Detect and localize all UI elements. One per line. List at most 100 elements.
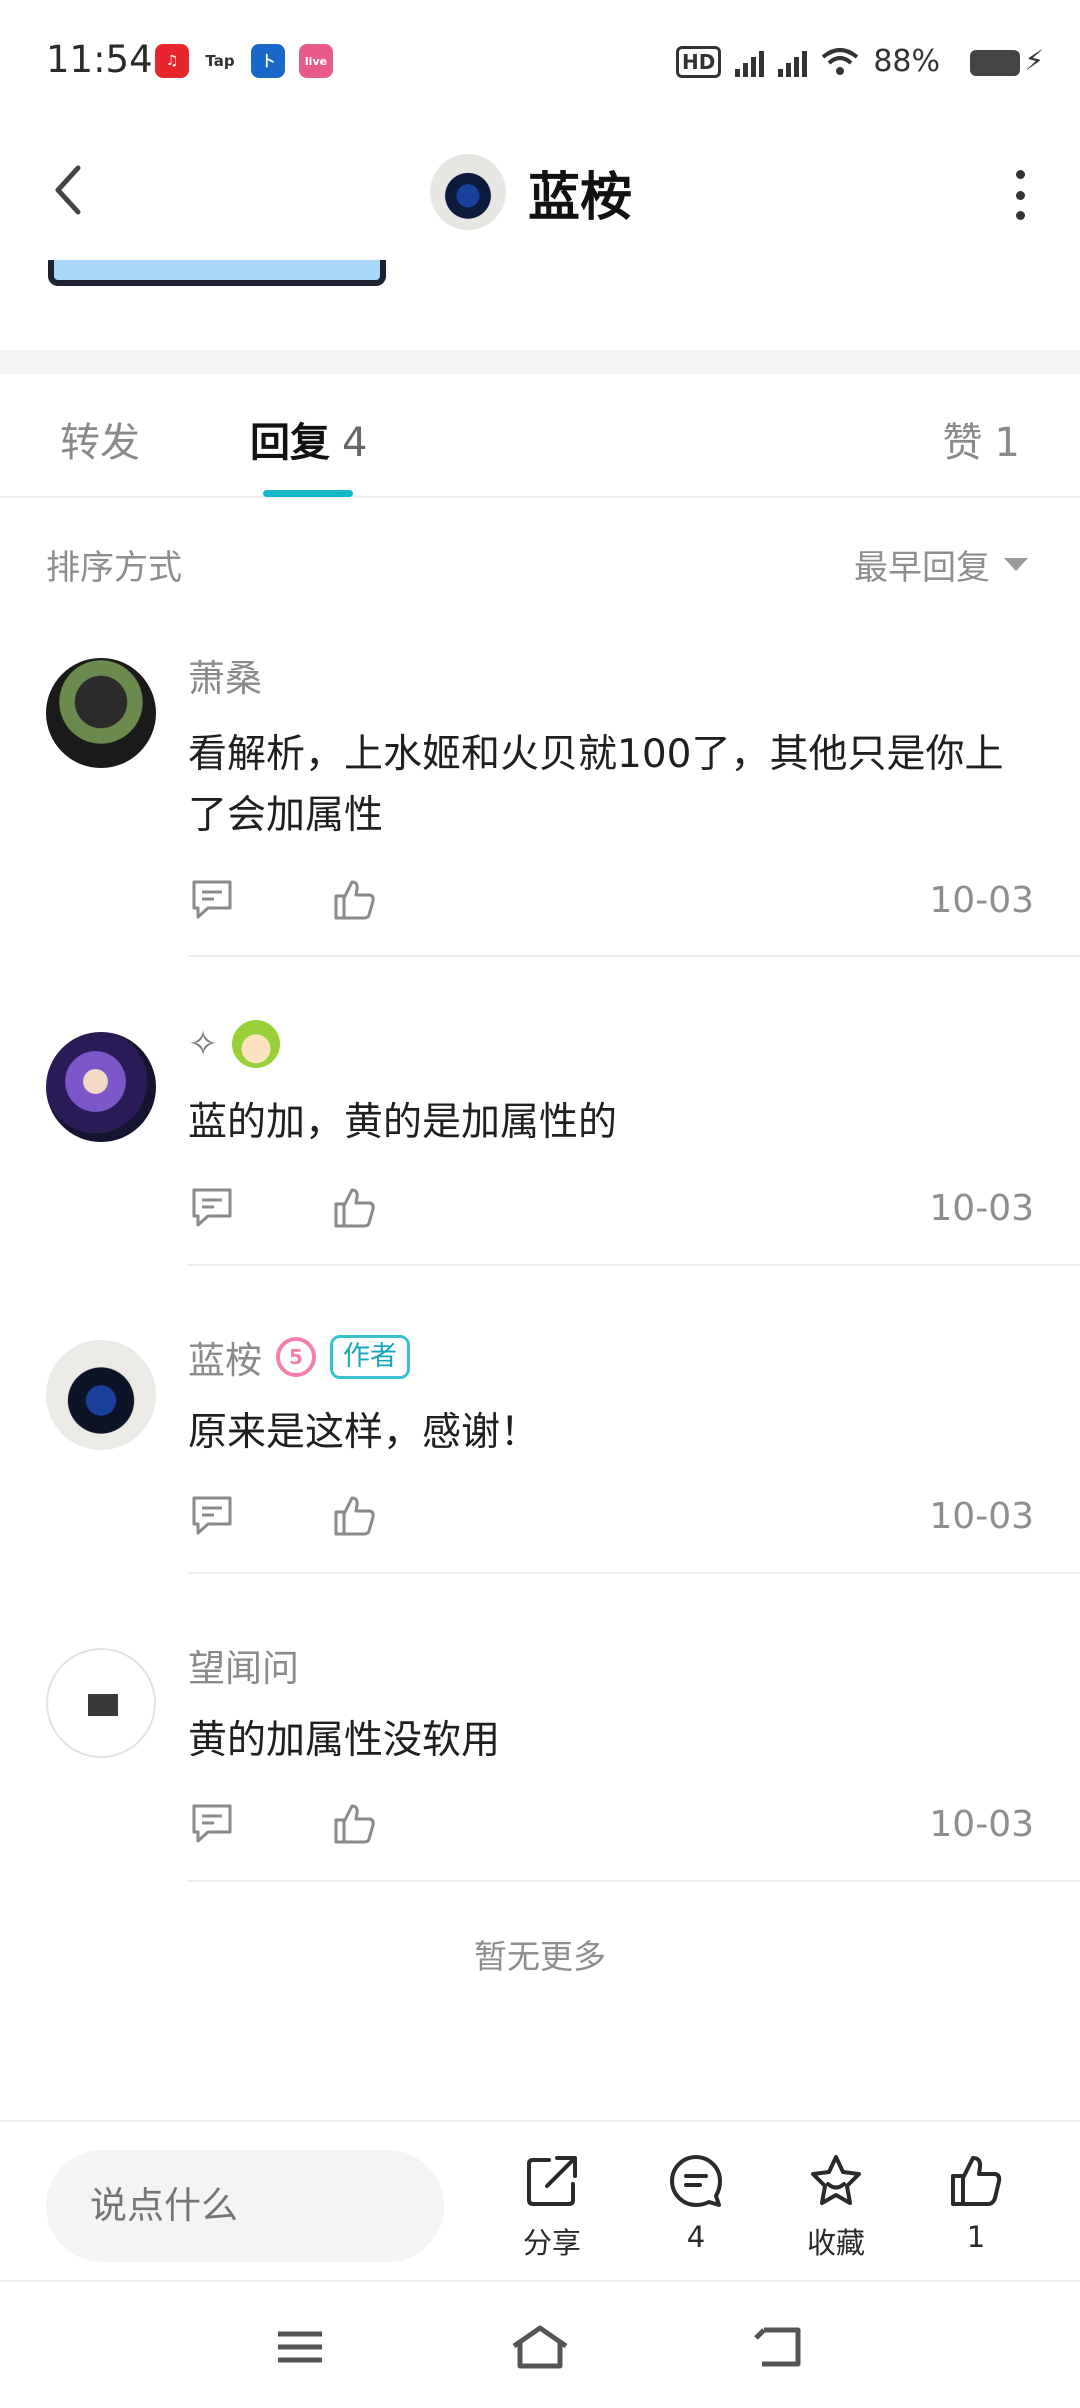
back-button[interactable]	[40, 160, 100, 220]
favorite-button[interactable]: 收藏	[786, 2152, 886, 2262]
battery-icon	[970, 50, 1020, 76]
signal-5g-icon	[778, 47, 808, 77]
comment-text: 看解析，上水姬和火贝就100了，其他只是你上了会加属性	[188, 732, 1004, 838]
thumbs-up-icon	[334, 1804, 375, 1844]
like-button[interactable]	[330, 1800, 378, 1848]
title-bar: 蓝桉	[0, 120, 1080, 260]
like-button[interactable]	[330, 1492, 378, 1540]
comment-icon	[192, 1804, 232, 1843]
reply-count: 4	[342, 420, 368, 466]
status-time: 11:54	[46, 38, 153, 81]
menu-nav-button[interactable]	[270, 2322, 330, 2372]
comment-actions: 10-03	[188, 1800, 1040, 1860]
reply-button[interactable]	[188, 1800, 236, 1848]
tab-like[interactable]: 赞1	[943, 410, 1020, 468]
thumbs-up-icon	[951, 2156, 1002, 2206]
comment-actions: 10-03	[188, 1492, 1040, 1552]
avatar[interactable]	[46, 1032, 156, 1142]
comment-item: 望闻问 黄的加属性没软用 10-03	[0, 1614, 1080, 1914]
thumbs-up-icon	[334, 880, 375, 920]
comment-text: 蓝的加，黄的是加属性的	[188, 1100, 618, 1145]
avatar[interactable]	[46, 1648, 156, 1758]
no-more-label: 暂无更多	[474, 1937, 606, 1976]
avatar[interactable]	[46, 658, 156, 768]
comment-actions: 10-03	[188, 1184, 1040, 1244]
comment-item: 萧桑 看解析，上水姬和火贝就100了，其他只是你上了会加属性 10-03	[0, 624, 1080, 964]
comment-text: 原来是这样，感谢！	[188, 1410, 540, 1455]
post-author[interactable]: 蓝桉	[430, 154, 632, 230]
divider	[188, 1264, 1080, 1266]
netease-music-icon: ♫	[155, 44, 189, 78]
like-count: 1	[994, 420, 1020, 466]
status-bar: 11:54 ♫ Tap 卜 live HD 88% ⚡	[0, 0, 1080, 120]
sort-label: 排序方式	[46, 548, 182, 588]
emoji-icon	[232, 1020, 281, 1068]
comment-item: ✧ 蓝的加，黄的是加属性的 10-03	[0, 998, 1080, 1298]
caret-down-icon	[1004, 558, 1028, 571]
comment-input[interactable]	[46, 2150, 444, 2262]
like-button[interactable]: 1	[926, 2152, 1026, 2254]
tab-bar: 转发 回复 4 赞1	[0, 374, 1080, 498]
more-options-button[interactable]	[1010, 170, 1030, 220]
share-button[interactable]: 分享	[502, 2152, 602, 2262]
reply-button[interactable]	[188, 1492, 236, 1540]
comment-icon	[192, 1188, 232, 1227]
comment-date: 10-03	[929, 880, 1034, 921]
menu-icon	[278, 2331, 322, 2363]
post-image	[48, 260, 386, 286]
comment-username[interactable]: 蓝桉 5 作者	[188, 1330, 410, 1384]
charging-icon: ⚡	[1024, 44, 1044, 77]
chevron-left-icon	[55, 165, 81, 215]
like-button[interactable]	[330, 876, 378, 924]
more-dots-icon	[1015, 170, 1025, 179]
thumbs-up-icon	[334, 1496, 375, 1536]
wifi-icon	[822, 47, 859, 75]
comment-date: 10-03	[929, 1804, 1034, 1845]
like-button[interactable]	[330, 1184, 378, 1232]
home-nav-button[interactable]	[510, 2322, 570, 2372]
home-icon	[512, 2325, 568, 2369]
share-icon	[527, 2156, 577, 2206]
back-nav-button[interactable]	[750, 2322, 810, 2372]
sort-dropdown[interactable]: 最早回复	[854, 540, 1028, 589]
reply-button[interactable]	[188, 876, 236, 924]
battery-percent: 88%	[873, 44, 940, 79]
tab-indicator	[263, 490, 353, 497]
section-divider	[0, 350, 1080, 374]
comment-icon	[192, 1496, 232, 1535]
comment-username[interactable]: 望闻问	[188, 1638, 299, 1692]
tab-reply[interactable]: 回复 4	[250, 410, 367, 468]
bottom-action-bar: 分享 4 收藏 1	[0, 2120, 1080, 2280]
comment-actions: 10-03	[188, 876, 1040, 936]
divider	[188, 955, 1080, 957]
bank-icon: 卜	[251, 44, 285, 78]
comment-date: 10-03	[929, 1496, 1034, 1537]
divider	[188, 1572, 1080, 1574]
system-indicators: HD 88%	[675, 44, 940, 79]
comment-item: 蓝桉 5 作者 原来是这样，感谢！ 10-03	[0, 1306, 1080, 1606]
tab-forward[interactable]: 转发	[60, 410, 140, 468]
hd-icon: HD	[675, 45, 722, 78]
avatar[interactable]	[46, 1340, 156, 1450]
star-icon	[811, 2155, 861, 2205]
comment-text: 黄的加属性没软用	[188, 1718, 501, 1763]
page-title: 蓝桉	[528, 167, 633, 228]
sort-row: 排序方式 最早回复	[0, 498, 1080, 624]
author-badge: 作者	[330, 1335, 410, 1379]
comment-icon	[192, 880, 232, 919]
avatar	[430, 154, 506, 230]
comment-username[interactable]: 萧桑	[188, 648, 262, 702]
signal-5g-icon	[735, 47, 765, 77]
comment-button[interactable]: 4	[646, 2152, 746, 2254]
notification-icons: ♫ Tap 卜 live	[155, 44, 333, 78]
comment-username[interactable]: ✧	[188, 1020, 281, 1068]
reply-button[interactable]	[188, 1184, 236, 1232]
post-header-remnant	[0, 260, 1080, 350]
taptap-icon: Tap	[203, 44, 237, 78]
level-badge: 5	[276, 1337, 316, 1377]
weibo-live-icon: live	[299, 44, 333, 78]
back-arrow-icon	[754, 2327, 801, 2367]
sparkle-icon: ✧	[188, 1023, 219, 1065]
divider	[188, 1880, 1080, 1882]
comment-bubble-icon	[670, 2155, 722, 2207]
